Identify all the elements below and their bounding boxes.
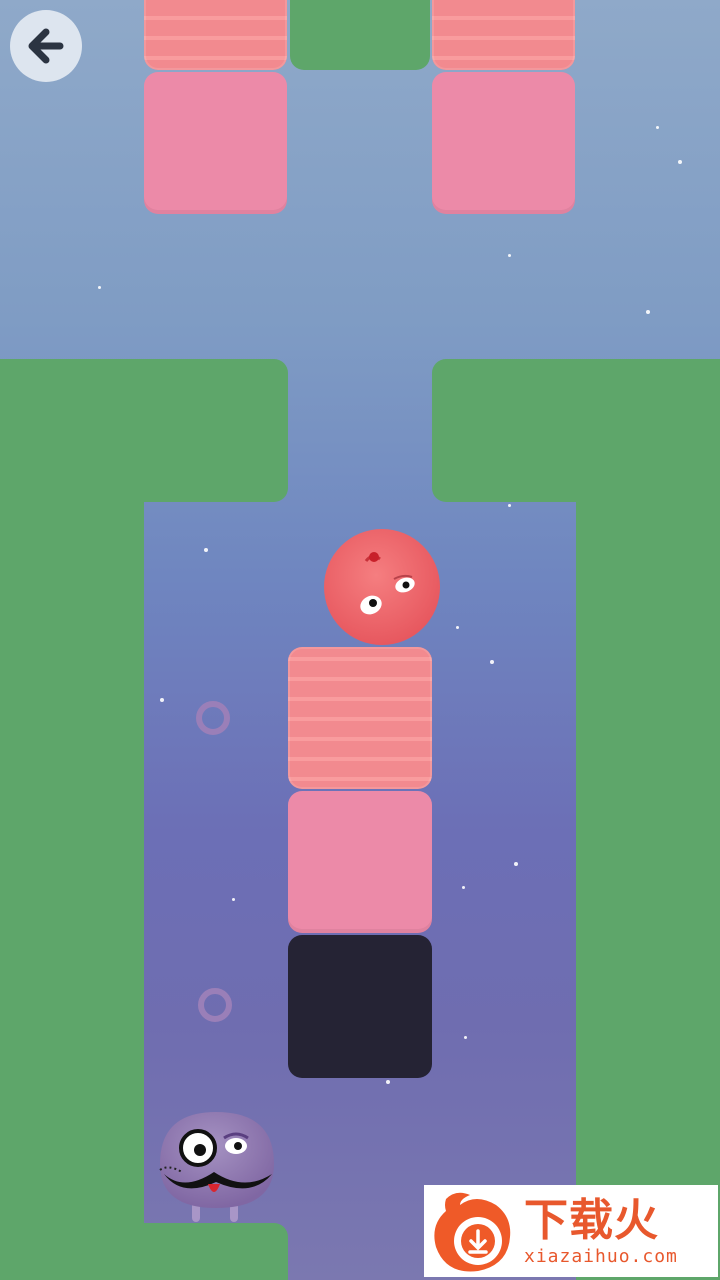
star <box>646 310 650 314</box>
green-wall-block <box>290 0 430 70</box>
star <box>464 1036 467 1039</box>
star <box>462 886 465 889</box>
star <box>456 626 459 629</box>
star <box>514 862 518 866</box>
game-scene: 下载火 xiazaihuo.com <box>0 0 720 1280</box>
green-wall-left <box>0 480 144 1280</box>
back-button[interactable] <box>10 10 82 82</box>
arrow-left-icon <box>28 28 64 64</box>
star <box>508 254 511 257</box>
pink-block <box>144 72 287 214</box>
star <box>490 660 494 664</box>
dark-block <box>288 935 432 1078</box>
star <box>678 160 682 164</box>
purple-mustache-character <box>159 1112 274 1222</box>
watermark-title: 下载火 <box>524 1194 659 1246</box>
star <box>160 698 164 702</box>
watermark: 下载火 xiazaihuo.com <box>424 1185 718 1277</box>
star <box>508 504 511 507</box>
purple-ring <box>198 988 232 1022</box>
wavy-pink-block <box>432 0 575 70</box>
star <box>98 286 101 289</box>
wavy-pink-block <box>288 647 432 789</box>
flame-download-icon <box>434 1192 511 1272</box>
star <box>656 126 659 129</box>
wavy-pink-block <box>144 0 287 70</box>
star <box>204 548 208 552</box>
green-wall-right <box>576 480 720 1280</box>
red-ball-character <box>324 529 440 645</box>
star <box>232 898 235 901</box>
watermark-subtitle: xiazaihuo.com <box>524 1245 678 1267</box>
purple-ring <box>196 701 230 735</box>
pink-block <box>432 72 575 214</box>
star <box>386 1080 390 1084</box>
green-floor-block <box>130 1223 288 1280</box>
pink-block <box>288 791 432 933</box>
